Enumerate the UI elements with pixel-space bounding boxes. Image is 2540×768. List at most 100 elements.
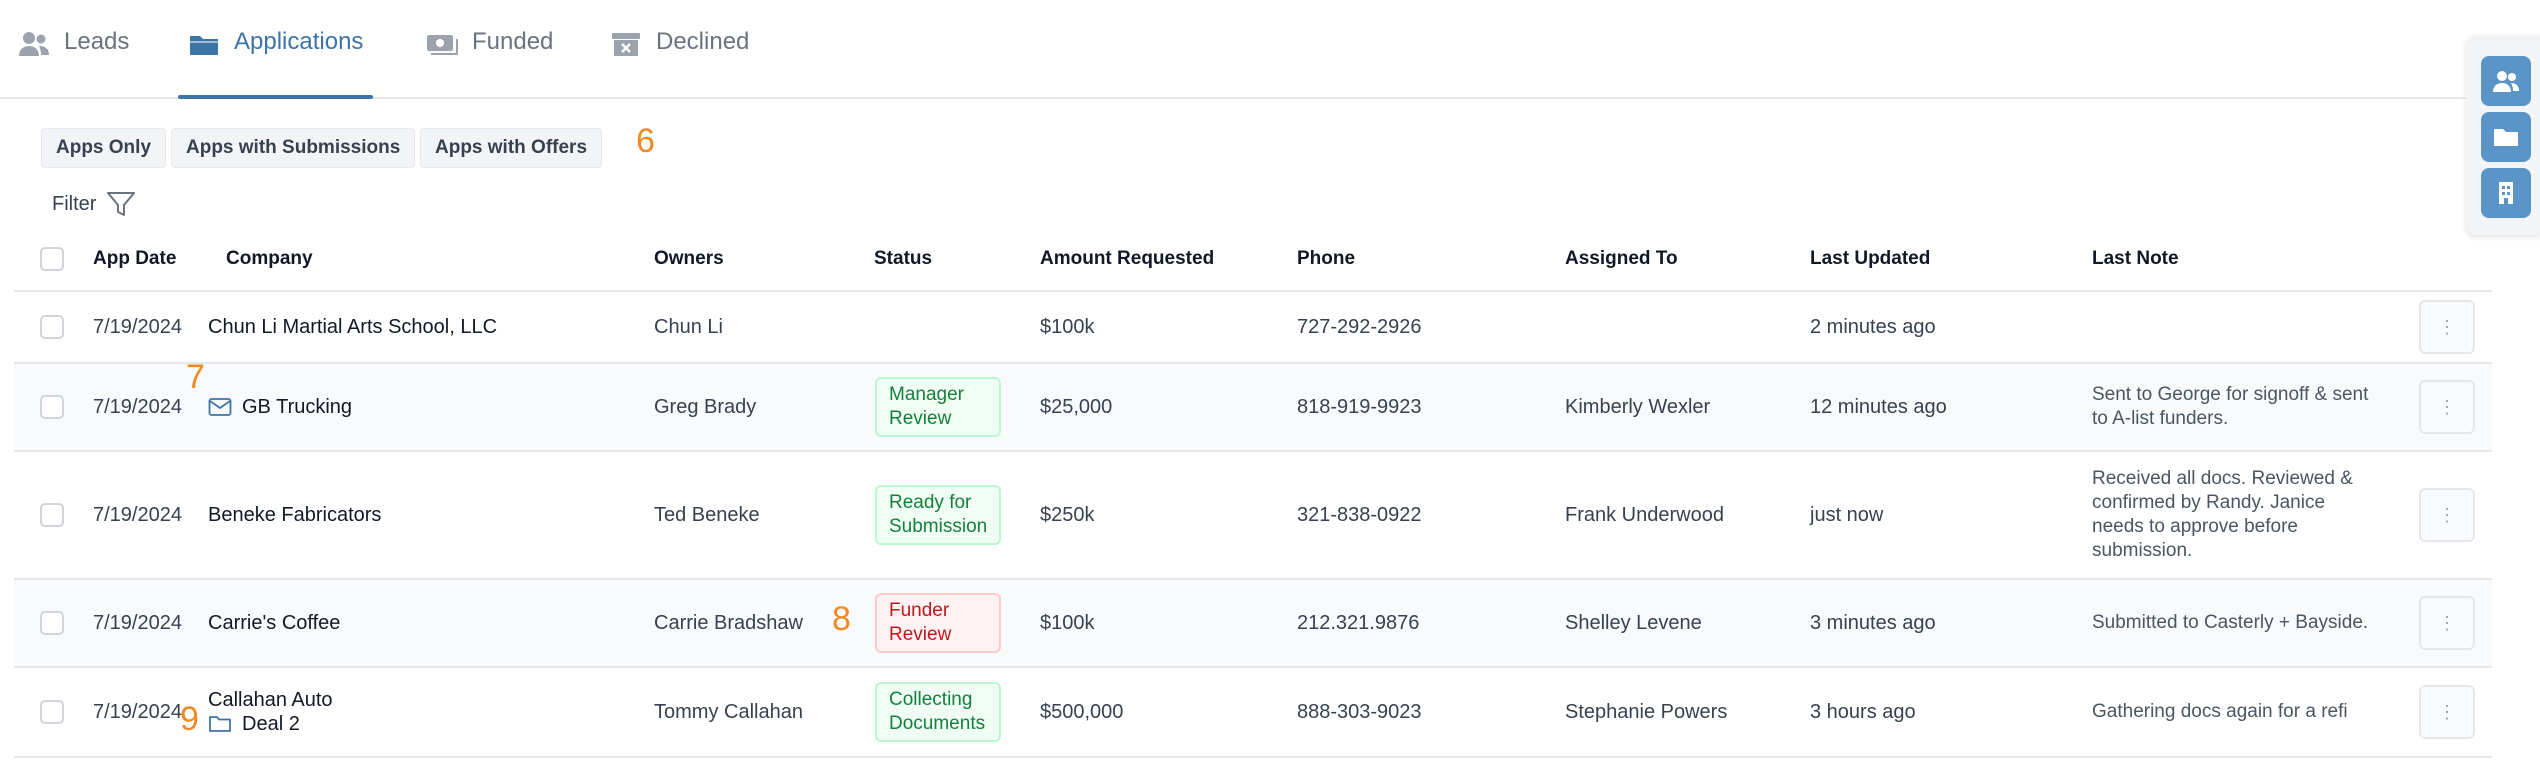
last-note: Received all docs. Reviewed & confirmed …	[2092, 468, 2353, 561]
column-status[interactable]: Status	[874, 248, 932, 270]
tab-bar: Leads Applications Funded Declined	[0, 0, 2506, 99]
folder-icon	[2494, 129, 2518, 146]
last-note: Sent to George for signoff & sent to A-l…	[2092, 384, 2369, 429]
owner-name: Ted Beneke	[654, 504, 760, 526]
building-icon	[2499, 182, 2513, 204]
app-date: 7/19/2024	[93, 396, 182, 418]
kebab-icon: ⋮	[2438, 702, 2456, 722]
assigned-to: Stephanie Powers	[1565, 701, 1728, 723]
company-name[interactable]: Beneke Fabricators	[208, 503, 381, 527]
column-last-updated[interactable]: Last Updated	[1810, 248, 1930, 270]
tab-declined-label: Declined	[656, 28, 750, 55]
amount-requested: $25,000	[1040, 396, 1113, 418]
archive-x-icon	[612, 33, 640, 56]
company-cell[interactable]: Callahan Auto Deal 2	[208, 688, 333, 736]
company-name[interactable]: Carrie's Coffee	[208, 611, 340, 635]
chip-apps-with-submissions[interactable]: Apps with Submissions	[171, 128, 416, 168]
owner-name: Chun Li	[654, 316, 723, 338]
folder-icon	[190, 36, 218, 55]
assigned-to: Shelley Levene	[1565, 612, 1702, 634]
row-checkbox[interactable]	[40, 503, 64, 527]
tab-leads[interactable]: Leads	[18, 28, 129, 97]
kebab-icon: ⋮	[2438, 397, 2456, 417]
tab-applications-label: Applications	[234, 28, 364, 55]
quick-nav-applications-button[interactable]	[2481, 112, 2531, 162]
tab-funded[interactable]: Funded	[426, 28, 553, 97]
annotation-marker-6: 6	[636, 122, 655, 160]
column-app-date[interactable]: App Date	[93, 248, 176, 270]
quick-nav-company-button[interactable]	[2481, 168, 2531, 218]
money-icon	[427, 35, 458, 55]
row-checkbox[interactable]	[40, 611, 64, 635]
kebab-icon: ⋮	[2438, 505, 2456, 525]
last-updated: 3 minutes ago	[1810, 612, 1936, 634]
table-header: App Date Company Owners Status Amount Re…	[14, 228, 2492, 292]
deal-link[interactable]: Deal 2	[208, 712, 333, 736]
phone-number: 212.321.9876	[1297, 612, 1420, 634]
last-updated: just now	[1810, 504, 1884, 526]
owner-name: Carrie Bradshaw	[654, 612, 803, 634]
last-updated: 12 minutes ago	[1810, 396, 1947, 418]
column-amount-requested[interactable]: Amount Requested	[1040, 248, 1214, 270]
kebab-icon: ⋮	[2438, 317, 2456, 337]
row-checkbox[interactable]	[40, 395, 64, 419]
phone-number: 818-919-9923	[1297, 396, 1422, 418]
table-row[interactable]: 7/19/2024 Callahan Auto Deal 2 Tommy Cal…	[14, 668, 2492, 758]
owner-name: Greg Brady	[654, 396, 757, 418]
deal-label: Deal 2	[242, 713, 300, 735]
row-actions-button[interactable]: ⋮	[2419, 380, 2475, 434]
annotation-marker-7: 7	[186, 358, 205, 396]
filter-toggle[interactable]: Filter	[52, 190, 136, 218]
tab-applications[interactable]: Applications	[177, 28, 374, 99]
select-all-checkbox[interactable]	[40, 247, 64, 271]
kebab-icon: ⋮	[2438, 613, 2456, 633]
phone-number: 321-838-0922	[1297, 504, 1422, 526]
tab-declined[interactable]: Declined	[610, 28, 749, 97]
status-badge: Manager Review	[875, 377, 1001, 437]
row-actions-button[interactable]: ⋮	[2419, 488, 2475, 542]
table-row[interactable]: 7/19/2024 Beneke Fabricators Ted Beneke …	[14, 452, 2492, 580]
status-badge: Funder Review	[875, 593, 1001, 653]
column-assigned-to[interactable]: Assigned To	[1565, 248, 1678, 270]
app-date: 7/19/2024	[93, 612, 182, 634]
row-checkbox[interactable]	[40, 315, 64, 339]
amount-requested: $100k	[1040, 316, 1095, 338]
quick-nav-leads-button[interactable]	[2481, 56, 2531, 106]
chip-apps-only[interactable]: Apps Only	[41, 128, 167, 168]
company-name[interactable]: Chun Li Martial Arts School, LLC	[208, 315, 497, 339]
company-name: GB Trucking	[242, 396, 353, 418]
amount-requested: $250k	[1040, 504, 1095, 526]
column-company[interactable]: Company	[226, 248, 313, 270]
amount-requested: $500,000	[1040, 701, 1124, 723]
column-phone[interactable]: Phone	[1297, 248, 1355, 270]
column-owners[interactable]: Owners	[654, 248, 724, 270]
column-last-note[interactable]: Last Note	[2092, 248, 2179, 270]
users-icon	[2493, 71, 2519, 92]
tab-leads-label: Leads	[64, 28, 130, 55]
row-actions-button[interactable]: ⋮	[2419, 300, 2475, 354]
last-updated: 2 minutes ago	[1810, 316, 1936, 338]
row-actions-button[interactable]: ⋮	[2419, 685, 2475, 739]
table-row[interactable]: 7/19/2024 GB Trucking Greg Brady Manager…	[14, 364, 2492, 452]
last-note: Gathering docs again for a refi	[2092, 701, 2348, 722]
envelope-icon	[208, 398, 232, 416]
company-name: Callahan Auto	[208, 689, 333, 711]
app-date: 7/19/2024	[93, 316, 182, 338]
owner-name: Tommy Callahan	[654, 701, 803, 723]
tab-funded-label: Funded	[472, 28, 554, 55]
row-actions-button[interactable]: ⋮	[2419, 596, 2475, 650]
chip-apps-with-offers[interactable]: Apps with Offers	[420, 128, 603, 168]
annotation-marker-9: 9	[180, 700, 199, 738]
quick-nav-panel	[2466, 35, 2540, 235]
company-cell[interactable]: GB Trucking	[208, 395, 352, 419]
row-checkbox[interactable]	[40, 700, 64, 724]
users-icon	[19, 32, 49, 56]
funnel-icon	[107, 192, 136, 216]
assigned-to: Kimberly Wexler	[1565, 396, 1711, 418]
annotation-marker-8: 8	[832, 600, 851, 638]
app-date: 7/19/2024	[93, 504, 182, 526]
assigned-to: Frank Underwood	[1565, 504, 1724, 526]
last-note: Submitted to Casterly + Bayside.	[2092, 612, 2369, 633]
table-row[interactable]: 7/19/2024 Chun Li Martial Arts School, L…	[14, 292, 2492, 364]
table-row[interactable]: 7/19/2024 Carrie's Coffee Carrie Bradsha…	[14, 580, 2492, 668]
